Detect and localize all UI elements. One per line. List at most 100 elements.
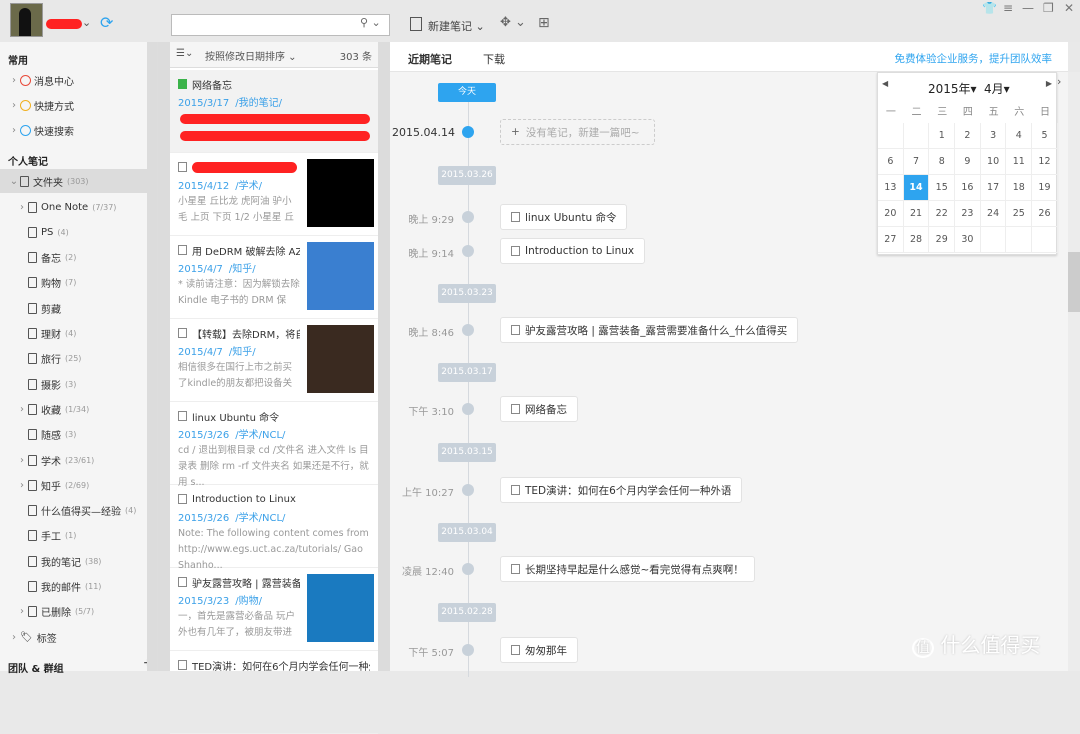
note-list-item[interactable]: linux Ubuntu 命令 2015/3/26/学术/NCL/cd / 退出到… (170, 402, 378, 488)
calendar-day[interactable]: 21 (903, 201, 930, 227)
year-select[interactable]: 2015年▾ (928, 80, 977, 97)
calendar-day[interactable]: 30 (955, 227, 981, 253)
sidebar-item-folder[interactable]: 什么值得买—经验 (4) (0, 499, 147, 523)
sidebar-item-folder[interactable]: › 学术 (23/61) (0, 448, 147, 472)
sidebar-item-folder[interactable]: 我的邮件 (11) (0, 575, 147, 599)
calendar-day[interactable]: 3 (980, 123, 1007, 149)
note-list-item[interactable]: 用 DeDRM 破解去除 AZ... 2015/4/7/知乎/ * 读前请注意：因为… (170, 236, 378, 319)
tab-downloads[interactable]: 下载 (483, 51, 505, 67)
calendar-day[interactable]: 4 (1006, 123, 1033, 149)
sidebar-item-folder[interactable]: › 收藏 (1/34) (0, 397, 147, 421)
calendar-day[interactable]: 16 (955, 175, 981, 201)
sidebar-item-folder[interactable]: 剪藏 (0, 296, 147, 320)
calendar-day[interactable]: 17 (980, 175, 1007, 201)
calendar-day[interactable]: 26 (1032, 201, 1058, 227)
new-note-button[interactable]: 新建笔记 ⌄ (428, 18, 485, 34)
sidebar-item-folder[interactable]: 备忘 (2) (0, 246, 147, 270)
timeline-note-card[interactable]: Introduction to Linux (500, 238, 646, 264)
new-note-prompt[interactable]: + 没有笔记，新建一篇吧~ (500, 119, 655, 145)
sidebar-item-folder[interactable]: 摄影 (3) (0, 372, 147, 396)
calendar-day[interactable]: 27 (878, 227, 904, 253)
timeline-note-card[interactable]: 驴友露营攻略 | 露营装备_露营需要准备什么_什么值得买 (500, 317, 799, 343)
sidebar-scrollbar[interactable] (147, 42, 157, 671)
calendar-day[interactable]: 20 (878, 201, 904, 227)
calendar-day[interactable]: 2 (955, 123, 981, 149)
sidebar: 常用 › 消息中心 › 快捷方式 › 快速搜索 个人笔记 ⌄ 文件夹 (303) › One N… (0, 42, 158, 675)
sort-dropdown[interactable]: 按照修改日期排序 ⌄ (205, 48, 297, 63)
sidebar-item-quick-search[interactable]: › 快速搜索 (0, 118, 147, 142)
note-list-item[interactable]: TED演讲：如何在6个月内学会任何一种外语 (170, 651, 378, 734)
sidebar-item-folders-root[interactable]: ⌄ 文件夹 (303) (0, 169, 147, 193)
calendar-day[interactable]: 11 (1006, 149, 1033, 175)
sidebar-item-folder[interactable]: 旅行 (25) (0, 347, 147, 371)
calendar-day[interactable]: 14 (903, 175, 930, 201)
search-icon[interactable]: ⚲ ⌄ (360, 16, 381, 29)
timeline-note-card[interactable]: linux Ubuntu 命令 (500, 204, 628, 230)
move-icon[interactable]: ✥ ⌄ (500, 15, 526, 30)
menu-icon[interactable]: ≡ (1003, 1, 1013, 15)
timeline-note-card[interactable]: 匆匆那年 (500, 637, 578, 663)
layout-grid-icon[interactable]: ⊞ (538, 15, 550, 31)
calendar-day[interactable]: 1 (929, 123, 956, 149)
skin-icon[interactable]: 👕 (982, 1, 997, 15)
sidebar-item-folder[interactable]: 手工 (1) (0, 524, 147, 548)
view-mode-icon[interactable]: ☰⌄ (176, 48, 193, 59)
calendar-day[interactable]: 23 (955, 201, 981, 227)
calendar-day[interactable]: 19 (1032, 175, 1058, 201)
sidebar-item-folder[interactable]: › 知乎 (2/69) (0, 473, 147, 497)
enterprise-promo-link[interactable]: 免费体验企业服务，提升团队效率 (895, 51, 1053, 66)
note-list-item[interactable]: 网络备忘 2015/3/17/我的笔记/ (170, 70, 378, 153)
sidebar-item-folder[interactable]: 随感 (3) (0, 423, 147, 447)
note-list-item[interactable]: 2015/4/12/学术/小星星 丘比龙 虎阿油 驴小毛 上页 下页 1/2 小… (170, 153, 378, 236)
sidebar-item-shortcut[interactable]: › 快捷方式 (0, 93, 147, 117)
main-scrollbar[interactable] (1068, 72, 1080, 671)
calendar-day[interactable]: 25 (1006, 201, 1033, 227)
minimize-icon[interactable]: — (1022, 1, 1034, 15)
calendar-day[interactable]: 24 (980, 201, 1007, 227)
calendar-day[interactable]: 6 (878, 149, 904, 175)
sidebar-item-tags[interactable]: › 🏷 标签 (0, 625, 147, 649)
timeline-note-card[interactable]: TED演讲：如何在6个月内学会任何一种外语 (500, 477, 743, 503)
note-date: 2015/4/12 (178, 181, 230, 192)
scroll-thumb[interactable] (1068, 252, 1080, 312)
sidebar-item-folder[interactable]: 理财 (4) (0, 322, 147, 346)
calendar-day[interactable]: 7 (903, 149, 930, 175)
tab-recent-notes[interactable]: 近期笔记 (408, 51, 452, 67)
sidebar-item-folder[interactable]: PS (4) (0, 220, 147, 244)
avatar[interactable] (10, 3, 43, 37)
sidebar-item-folder[interactable]: › 已删除 (5/7) (0, 600, 147, 624)
calendar-day[interactable]: 13 (878, 175, 904, 201)
calendar-day[interactable]: 15 (929, 175, 956, 201)
sidebar-item-folder[interactable]: 购物 (7) (0, 271, 147, 295)
restore-icon[interactable]: ❐ (1043, 1, 1054, 15)
notelist-left-scrollbar[interactable] (158, 42, 170, 671)
calendar-day[interactable]: 8 (929, 149, 956, 175)
sidebar-item-folder[interactable]: › One Note (7/37) (0, 195, 147, 219)
calendar-day[interactable]: 10 (980, 149, 1007, 175)
month-select[interactable]: 4月▾ (984, 80, 1010, 97)
calendar-day[interactable]: 22 (929, 201, 956, 227)
timeline-note-card[interactable]: 长期坚持早起是什么感觉~看完觉得有点爽啊！ (500, 556, 755, 582)
sidebar-item-message-center[interactable]: › 消息中心 (0, 68, 147, 92)
watermark: 值 什么值得买 (912, 629, 1040, 658)
account-dropdown-icon[interactable]: ⌄ (82, 16, 91, 29)
note-list-item[interactable]: 驴友露营攻略 | 露营装备_... 2015/3/23/购物/一，首先是露营必备品… (170, 568, 378, 651)
close-icon[interactable]: ✕ (1064, 1, 1074, 15)
calendar-day[interactable]: 29 (929, 227, 956, 253)
calendar-day[interactable]: 12 (1032, 149, 1058, 175)
sync-icon[interactable]: ⟳ (100, 13, 113, 32)
today-button[interactable]: 今天 (438, 83, 496, 102)
collapse-calendar-icon[interactable]: › (1057, 75, 1061, 88)
calendar-day[interactable]: 18 (1006, 175, 1033, 201)
next-month-icon[interactable]: ▶ (1046, 79, 1052, 88)
calendar-day[interactable]: 5 (1032, 123, 1058, 149)
notelist-scrollbar[interactable] (378, 42, 390, 671)
calendar-day[interactable]: 28 (903, 227, 930, 253)
sidebar-item-folder[interactable]: 我的笔记 (38) (0, 549, 147, 573)
note-list-item[interactable]: 【转载】去除DRM，将自... 2015/4/7/知乎/相信很多在国行上市之前买了… (170, 319, 378, 402)
search-input[interactable] (171, 14, 390, 36)
calendar-day[interactable]: 9 (955, 149, 981, 175)
note-list-item[interactable]: Introduction to Linux 2015/3/26/学术/NCL/No… (170, 485, 378, 571)
prev-month-icon[interactable]: ◀ (882, 79, 888, 88)
timeline-note-card[interactable]: 网络备忘 (500, 396, 578, 422)
